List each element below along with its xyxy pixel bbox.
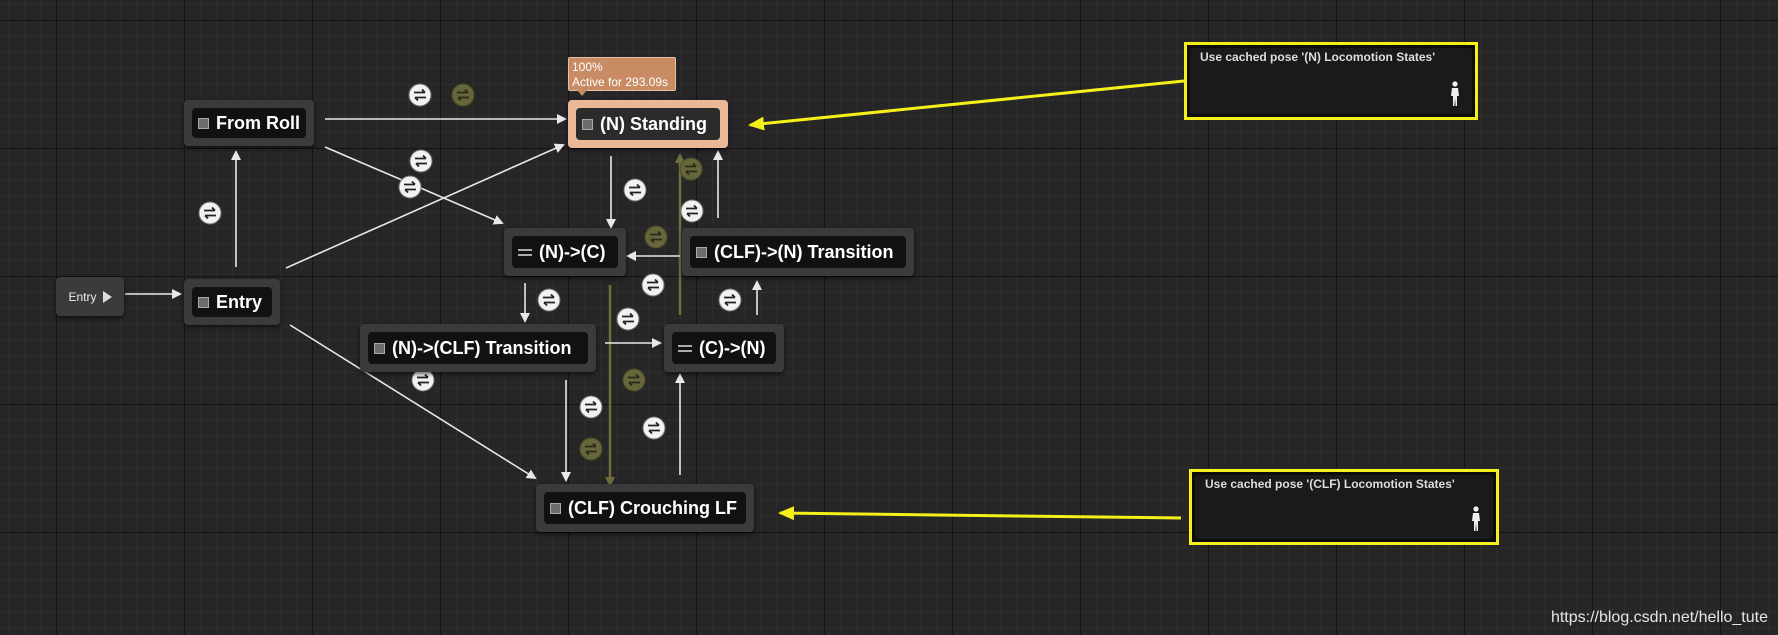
pose-output-icon [1451, 81, 1459, 106]
conduit-node-c-to-n[interactable]: (C)->(N) [664, 324, 784, 372]
transition-rule-icon-inactive[interactable] [451, 83, 475, 107]
transition-rule-icon[interactable] [398, 175, 422, 199]
cached-pose-title: Use cached pose '(N) Locomotion States' [1200, 50, 1436, 64]
state-node-clf-crouching-lf[interactable]: (CLF) Crouching LF [536, 484, 754, 532]
conduit-node-n-to-c[interactable]: (N)->(C) [504, 228, 626, 276]
transition-rule-icon[interactable] [537, 288, 561, 312]
state-node-label: (N)->(CLF) Transition [392, 337, 572, 358]
state-icon [696, 246, 707, 258]
entry-exec-icon [102, 290, 112, 303]
transition-rule-icon-inactive[interactable] [622, 368, 646, 392]
watermark: https://blog.csdn.net/hello_tute [1550, 609, 1768, 626]
transition-rule-icon-inactive[interactable] [579, 437, 603, 461]
comment-pointers [748, 79, 1185, 521]
state-icon [198, 296, 209, 308]
state-node-label: Entry [216, 291, 263, 312]
transition-rule-icon[interactable] [680, 199, 704, 223]
state-node-n-standing[interactable]: (N) Standing [568, 100, 728, 148]
state-node-n-to-clf-transition[interactable]: (N)->(CLF) Transition [360, 324, 596, 372]
entry-pin-label: Entry [68, 289, 97, 304]
active-state-tooltip: 100% Active for 293.09s [568, 57, 676, 96]
state-node-label: From Roll [216, 112, 300, 133]
transition-rule-icon[interactable] [616, 307, 640, 331]
transition-rule-icon[interactable] [623, 178, 647, 202]
state-node-label: (CLF) Crouching LF [568, 497, 737, 518]
state-node-from-roll[interactable]: From Roll [184, 100, 314, 146]
transition-rule-icon-inactive[interactable] [679, 157, 703, 181]
state-node-label: (N) Standing [600, 113, 707, 134]
state-node-label: (C)->(N) [699, 337, 766, 358]
cached-pose-node-clf-locomotion[interactable]: Use cached pose '(CLF) Locomotion States… [1189, 469, 1499, 545]
transition-rule-icon[interactable] [718, 288, 742, 312]
cached-pose-title: Use cached pose '(CLF) Locomotion States… [1205, 477, 1455, 491]
cached-pose-node-n-locomotion[interactable]: Use cached pose '(N) Locomotion States' [1184, 42, 1478, 120]
state-node-label: (N)->(C) [539, 241, 606, 262]
transition-rule-icon[interactable] [641, 273, 665, 297]
transition-rule-icon-inactive[interactable] [644, 225, 668, 249]
state-node-label: (CLF)->(N) Transition [714, 241, 894, 262]
transition-rule-icon[interactable] [408, 83, 432, 107]
transition-rule-icon[interactable] [411, 368, 435, 392]
state-icon [374, 342, 385, 354]
transition-rule-icon[interactable] [409, 149, 433, 173]
active-weight: 100% [572, 60, 603, 74]
state-icon [550, 502, 561, 514]
transition-rule-icon[interactable] [579, 395, 603, 419]
state-icon [198, 117, 209, 129]
state-node-entry[interactable]: Entry [184, 279, 280, 325]
active-duration: Active for 293.09s [572, 75, 669, 89]
entry-pin[interactable]: Entry [56, 277, 124, 316]
transition-rule-icon[interactable] [642, 416, 666, 440]
transition-rule-icon[interactable] [198, 201, 222, 225]
state-icon [582, 118, 593, 130]
conduit-icon [678, 343, 692, 354]
state-node-clf-to-n-transition[interactable]: (CLF)->(N) Transition [682, 228, 914, 276]
pose-output-icon [1472, 506, 1480, 531]
conduit-icon [518, 247, 532, 258]
